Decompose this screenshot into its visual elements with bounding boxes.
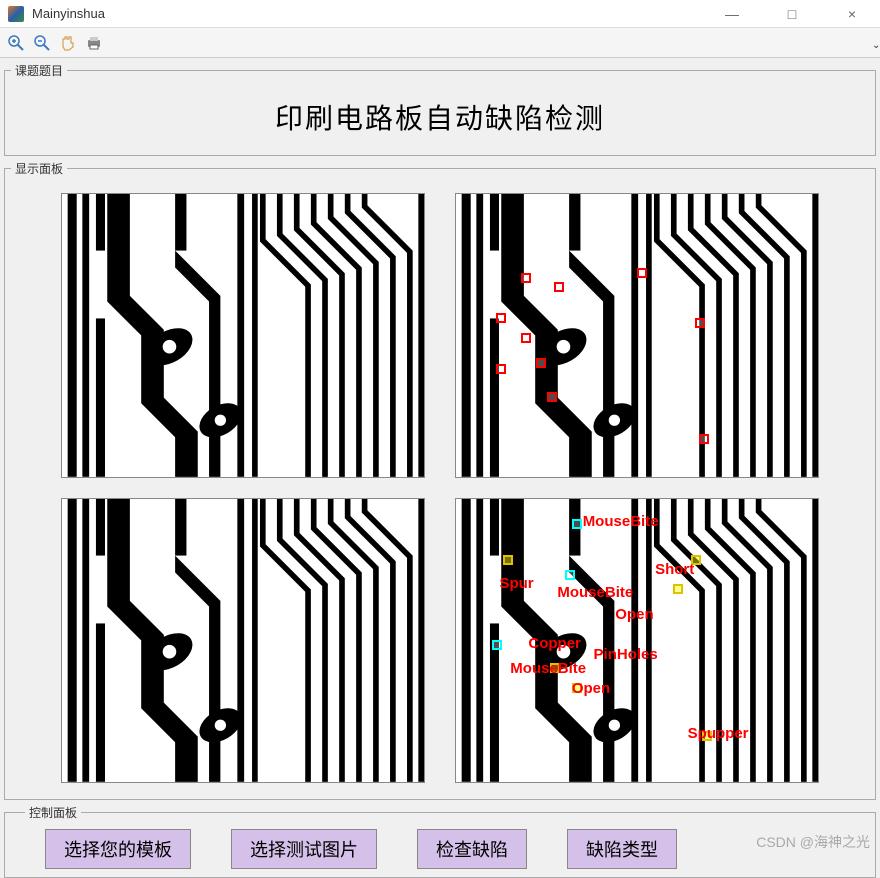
zoom-out-icon[interactable]: [32, 33, 52, 53]
defect-label: Copper: [528, 635, 581, 652]
image-grid: MouseBite Spur MouseBite Short Open Copper Pin…: [11, 183, 869, 793]
defect-box: [496, 364, 506, 374]
defect-label: Spupper: [688, 725, 749, 742]
window-controls: — □ ×: [712, 6, 872, 22]
select-template-button[interactable]: 选择您的模板: [45, 829, 191, 869]
pan-icon[interactable]: [58, 33, 78, 53]
display-legend: 显示面板: [11, 160, 67, 177]
defect-box: [565, 570, 575, 580]
print-icon[interactable]: [84, 33, 104, 53]
defect-box: [521, 273, 531, 283]
defect-label: MouseBite: [510, 660, 586, 677]
control-panel: 控制面板 选择您的模板 选择测试图片 检查缺陷 缺陷类型: [4, 804, 876, 878]
window-title: Mainyinshua: [32, 6, 712, 21]
display-panel: 显示面板: [4, 160, 876, 800]
page-title: 印刷电路板自动缺陷检测: [11, 97, 869, 137]
toolbar: [0, 28, 880, 58]
defect-box: [503, 555, 513, 565]
defect-label: MouseBite: [557, 584, 633, 601]
select-test-button[interactable]: 选择测试图片: [231, 829, 377, 869]
check-defect-button[interactable]: 检查缺陷: [417, 829, 527, 869]
titlebar: Mainyinshua — □ ×: [0, 0, 880, 28]
test-image-boxed: [455, 193, 819, 478]
defect-box: [496, 313, 506, 323]
defect-label: MouseBite: [583, 513, 659, 530]
title-legend: 课题题目: [11, 62, 67, 79]
defect-box: [554, 282, 564, 292]
close-button[interactable]: ×: [832, 6, 872, 22]
control-legend: 控制面板: [25, 804, 81, 821]
defect-label: PinHoles: [594, 646, 658, 663]
defect-box: [637, 268, 647, 278]
defect-box: [536, 358, 546, 368]
app-icon: [8, 6, 24, 22]
test-image: [61, 498, 425, 783]
defect-label: Spur: [499, 575, 533, 592]
zoom-in-icon[interactable]: [6, 33, 26, 53]
minimize-button[interactable]: —: [712, 6, 752, 22]
resize-handle-icon: ⌄: [872, 40, 878, 46]
defect-type-button[interactable]: 缺陷类型: [567, 829, 677, 869]
defect-box: [695, 318, 705, 328]
defect-box: [492, 640, 502, 650]
title-panel: 课题题目 印刷电路板自动缺陷检测: [4, 62, 876, 156]
defect-box: [547, 392, 557, 402]
defect-label: Open: [572, 680, 610, 697]
defect-box: [572, 519, 582, 529]
button-row: 选择您的模板 选择测试图片 检查缺陷 缺陷类型: [25, 829, 855, 869]
defect-box: [699, 434, 709, 444]
template-image: [61, 193, 425, 478]
main-area: 课题题目 印刷电路板自动缺陷检测 显示面板: [0, 58, 880, 862]
maximize-button[interactable]: □: [772, 6, 812, 22]
defect-box: [673, 584, 683, 594]
defect-label: Open: [615, 606, 653, 623]
defect-box: [521, 333, 531, 343]
defect-label: Short: [655, 561, 694, 578]
result-image: MouseBite Spur MouseBite Short Open Copper Pin…: [455, 498, 819, 783]
